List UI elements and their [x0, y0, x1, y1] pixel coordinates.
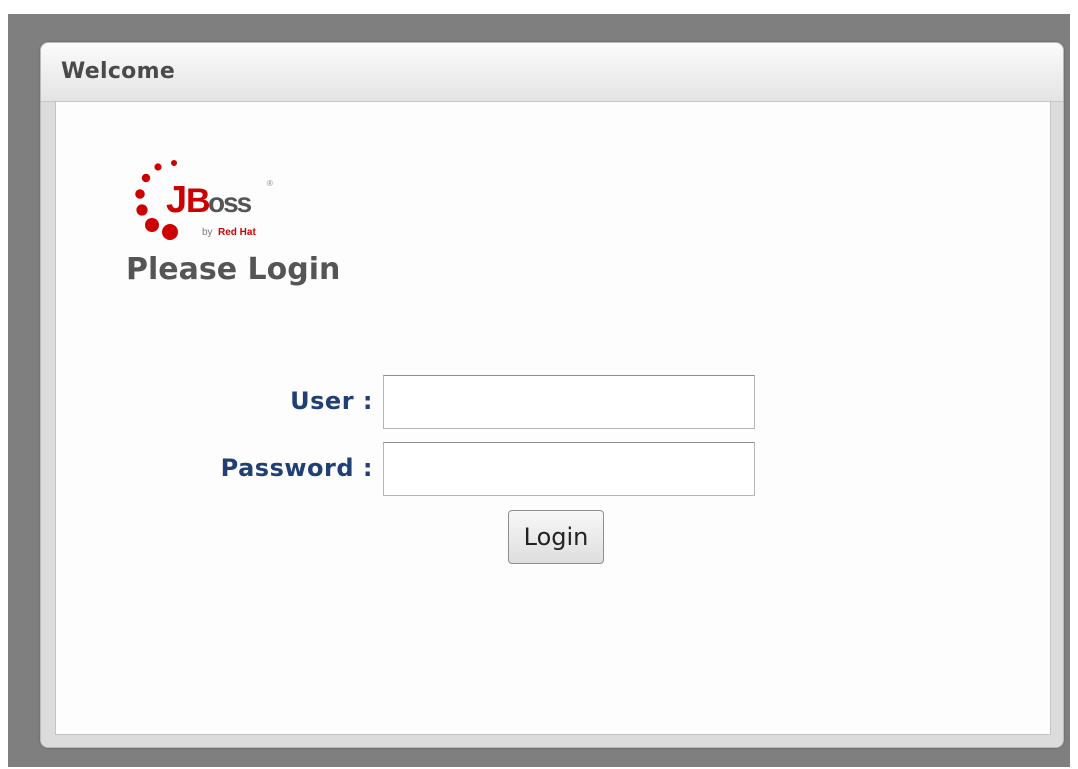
- svg-text:®: ®: [267, 179, 273, 188]
- password-input[interactable]: [383, 442, 755, 496]
- login-panel: J B oss ® by Red Hat Please Login User :…: [55, 101, 1051, 735]
- jboss-logo-brand-tail: oss: [208, 187, 252, 218]
- user-label: User :: [290, 387, 373, 415]
- jboss-logo-tagline-redhat: Red Hat: [218, 227, 256, 238]
- jboss-logo-brand: J: [166, 179, 185, 221]
- jboss-logo-brand-rest: B: [186, 182, 210, 220]
- welcome-window: Welcome J B oss ® by Red Hat Please Logi…: [40, 42, 1064, 748]
- password-label: Password :: [220, 454, 373, 482]
- jboss-logo-graphic: J B oss ® by Red Hat: [135, 160, 273, 240]
- jboss-logo-tagline-by: by: [202, 227, 213, 238]
- user-input[interactable]: [383, 375, 755, 429]
- page-title: Please Login: [126, 252, 341, 287]
- jboss-logo: J B oss ® by Red Hat: [120, 150, 360, 250]
- window-title: Welcome: [61, 59, 176, 84]
- login-button[interactable]: Login: [508, 510, 604, 564]
- window-titlebar[interactable]: Welcome: [41, 43, 1063, 102]
